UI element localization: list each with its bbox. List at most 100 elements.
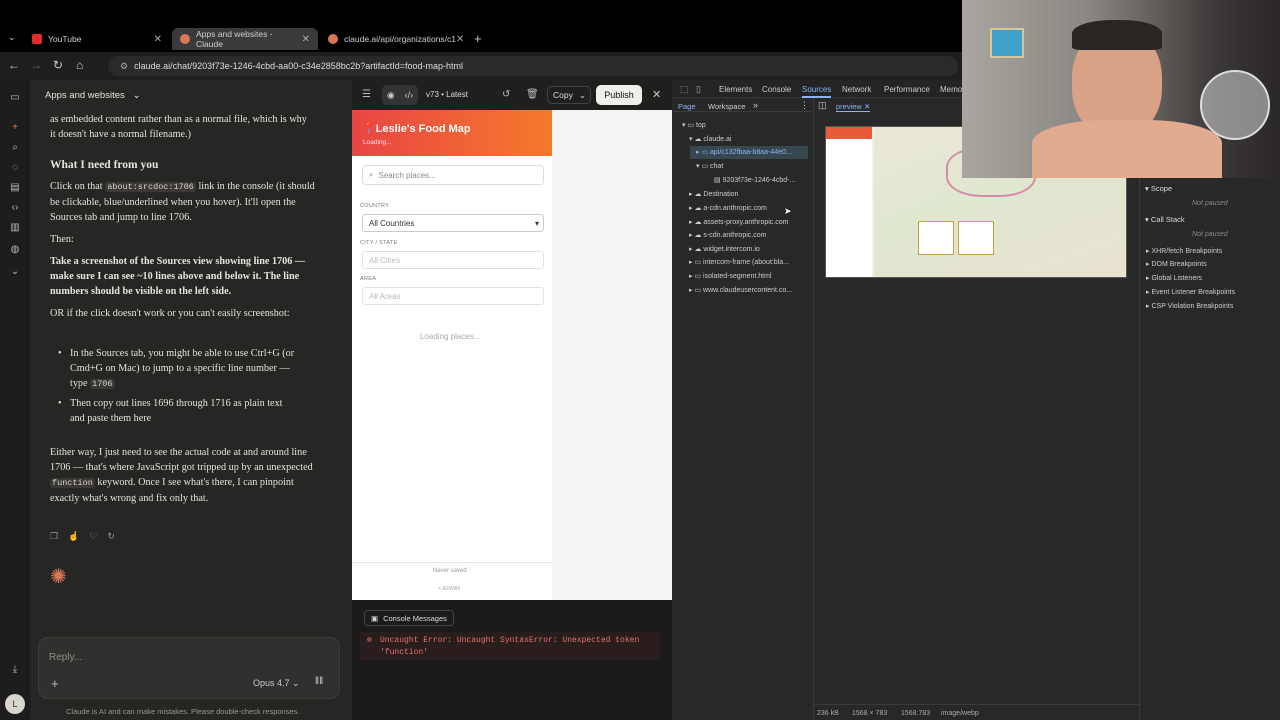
breakpoint-section[interactable]: ▸ CSP Violation Breakpoints [1146,302,1233,310]
city-label: CITY / STATE [360,240,398,246]
retry-icon[interactable]: ↻ [107,531,115,542]
breakpoint-section[interactable]: ▸ Event Listener Breakpoints [1146,288,1236,296]
view-toggle[interactable]: ◉ ‹/› [382,85,418,105]
inspect-icon[interactable]: ⬚ [680,84,689,95]
fan [1200,70,1270,140]
breakpoint-label: Event Listener Breakpoints [1151,289,1236,296]
chat-title-menu[interactable]: Apps and websites ⌄ [45,90,141,101]
chevron-down-icon[interactable]: ⌄ [579,90,586,101]
tree-item[interactable]: ▤ 9203f73e-1246-4cbd-... [714,176,795,184]
tab-bar: ⌄ YouTube ✕ Apps and websites - Claude ✕… [0,28,962,50]
text: Either way, I just need to see the actua… [50,447,313,473]
chevron-down-icon[interactable]: ⌄ [8,32,16,43]
search-input[interactable]: ⌕ Search places... [362,165,544,185]
scope-section[interactable]: ▾ Scope [1145,184,1172,193]
area-value: All Areas [369,291,401,301]
tab-claude-api[interactable]: claude.ai/api/organizations/c1 ✕ [320,28,466,50]
tree-item[interactable]: ▸ ☁ Destination [689,190,738,198]
tree-label: www.claudeusercontent.co... [703,287,793,294]
publish-button[interactable]: Publish [596,85,642,105]
close-icon[interactable]: ✕ [652,88,661,101]
forward-icon[interactable]: → [30,58,42,72]
devtools-tab-network[interactable]: Network [842,85,871,94]
chats-icon[interactable]: ◌ [9,162,21,174]
copy-icon[interactable]: ❐ [50,531,58,542]
city-select[interactable]: All Cities [362,251,544,269]
tree-item[interactable]: ▸ ▭ api/c132fbaa-b8aa-44e0... [696,148,792,156]
sidebar-toggle-icon[interactable]: ◫ [818,100,827,111]
tab-youtube[interactable]: YouTube ✕ [24,28,170,50]
tree-item[interactable]: ▸ ☁ a-cdn.anthropic.com [689,204,767,212]
reload-icon[interactable]: ↻ [53,58,63,72]
list-icon[interactable]: ☰ [362,89,371,100]
sidebar-toggle-icon[interactable]: ▭ [9,92,21,104]
file-tab-preview[interactable]: preview ✕ [836,102,871,112]
artifacts-icon[interactable]: ‹› [9,202,21,214]
tab-claude-apps[interactable]: Apps and websites - Claude ✕ [172,28,318,50]
avatar[interactable]: L [5,694,25,714]
add-attachment-icon[interactable]: + [51,676,59,691]
error-icon: ⊗ [367,636,372,645]
thumbs-up-icon[interactable]: ☝ [68,531,79,542]
thumbs-down-icon[interactable]: ♡ [89,531,97,542]
console-error[interactable]: ⊗ Uncaught Error: Uncaught SyntaxError: … [360,632,660,660]
tree-item[interactable]: ▸ ▭ intercom-frame (about:bla... [689,258,789,266]
version-selector[interactable]: v73 • Latest [426,90,468,99]
more-tabs-icon[interactable]: » [753,100,758,110]
tree-item[interactable]: ▸ ▭ isolated-segment.html [689,272,772,280]
new-tab-button[interactable]: + [474,31,482,46]
inline-code: function [50,478,95,488]
close-icon[interactable]: ✕ [302,34,310,45]
eye-icon[interactable]: ◉ [387,90,395,101]
close-icon[interactable]: ✕ [864,102,870,111]
settings-icon[interactable]: ◍ [9,244,21,256]
tree-item[interactable]: ▸ ☁ s-cdn.anthropic.com [689,231,766,239]
trash-icon[interactable]: 🗑 [526,89,539,100]
search-icon[interactable]: ⌕ [9,142,21,154]
tree-item[interactable]: ▸ ☁ assets-proxy.anthropic.com [689,218,788,226]
subtab-workspace[interactable]: Workspace [708,102,745,111]
devtools-tab-memory[interactable]: Memo [940,85,962,94]
area-select[interactable]: All Areas [362,287,544,305]
home-icon[interactable]: ⌂ [76,58,83,72]
call-stack-section[interactable]: ▾ Call Stack [1145,215,1185,224]
close-icon[interactable]: ✕ [456,34,464,45]
console-messages-tab[interactable]: ▣ Console Messages [364,610,454,626]
tree-item[interactable]: ▸ ▭ www.claudeusercontent.co... [689,286,792,294]
loading-text: Loading places... [420,332,481,341]
back-icon[interactable]: ← [8,58,20,72]
more-options-icon[interactable]: ⋮ [800,100,809,111]
tree-item[interactable]: ▾ ▭ top [682,121,706,129]
voice-icon[interactable]: ‖‖ [315,676,323,687]
breakpoint-section[interactable]: ▸ DOM Breakpoints [1146,260,1207,268]
device-icon[interactable]: ▯ [696,84,701,95]
address-bar[interactable]: ⚙ claude.ai/chat/9203f73e-1246-4cbd-aa00… [108,56,958,76]
chevron-down-icon[interactable]: ⌄ [9,266,21,278]
tree-item[interactable]: ▾ ▭ chat [696,162,723,170]
breakpoint-section[interactable]: ▸ Global Listeners [1146,274,1202,282]
code-icon[interactable]: ‹/› [405,90,414,100]
reply-box[interactable]: Reply... + Opus 4.7 ⌄ ‖‖ [38,637,340,699]
admin-link[interactable]: + ADMIN [438,586,460,592]
close-icon[interactable]: ✕ [154,34,162,45]
devtools-tab-performance[interactable]: Performance [884,85,930,94]
status-mime: image/webp [941,710,979,717]
devtools-tab-console[interactable]: Console [762,85,791,94]
tree-item[interactable]: ▸ ☁ widget.intercom.io [689,245,760,253]
new-chat-icon[interactable]: + [9,122,21,134]
restore-icon[interactable]: ↺ [502,89,510,100]
model-selector[interactable]: Opus 4.7 ⌄ [253,678,300,689]
subtab-page[interactable]: Page [678,102,696,111]
download-icon[interactable]: ⤓ [9,664,21,676]
site-info-icon[interactable]: ⚙ [120,61,128,72]
tree-item[interactable]: ▾ ☁ claude.ai [689,135,731,143]
code-icon[interactable]: ▥ [9,222,21,234]
breakpoint-section[interactable]: ▸ XHR/fetch Breakpoints [1146,247,1222,255]
devtools-tab-sources[interactable]: Sources [802,85,832,98]
copy-button[interactable]: Copy ⌄ [547,86,591,104]
country-select[interactable]: All Countries ▾ [362,214,544,232]
reply-input[interactable]: Reply... [49,652,82,663]
devtools-tab-elements[interactable]: Elements [719,85,752,94]
tree-label: s-cdn.anthropic.com [703,232,767,239]
projects-icon[interactable]: ▤ [9,182,21,194]
